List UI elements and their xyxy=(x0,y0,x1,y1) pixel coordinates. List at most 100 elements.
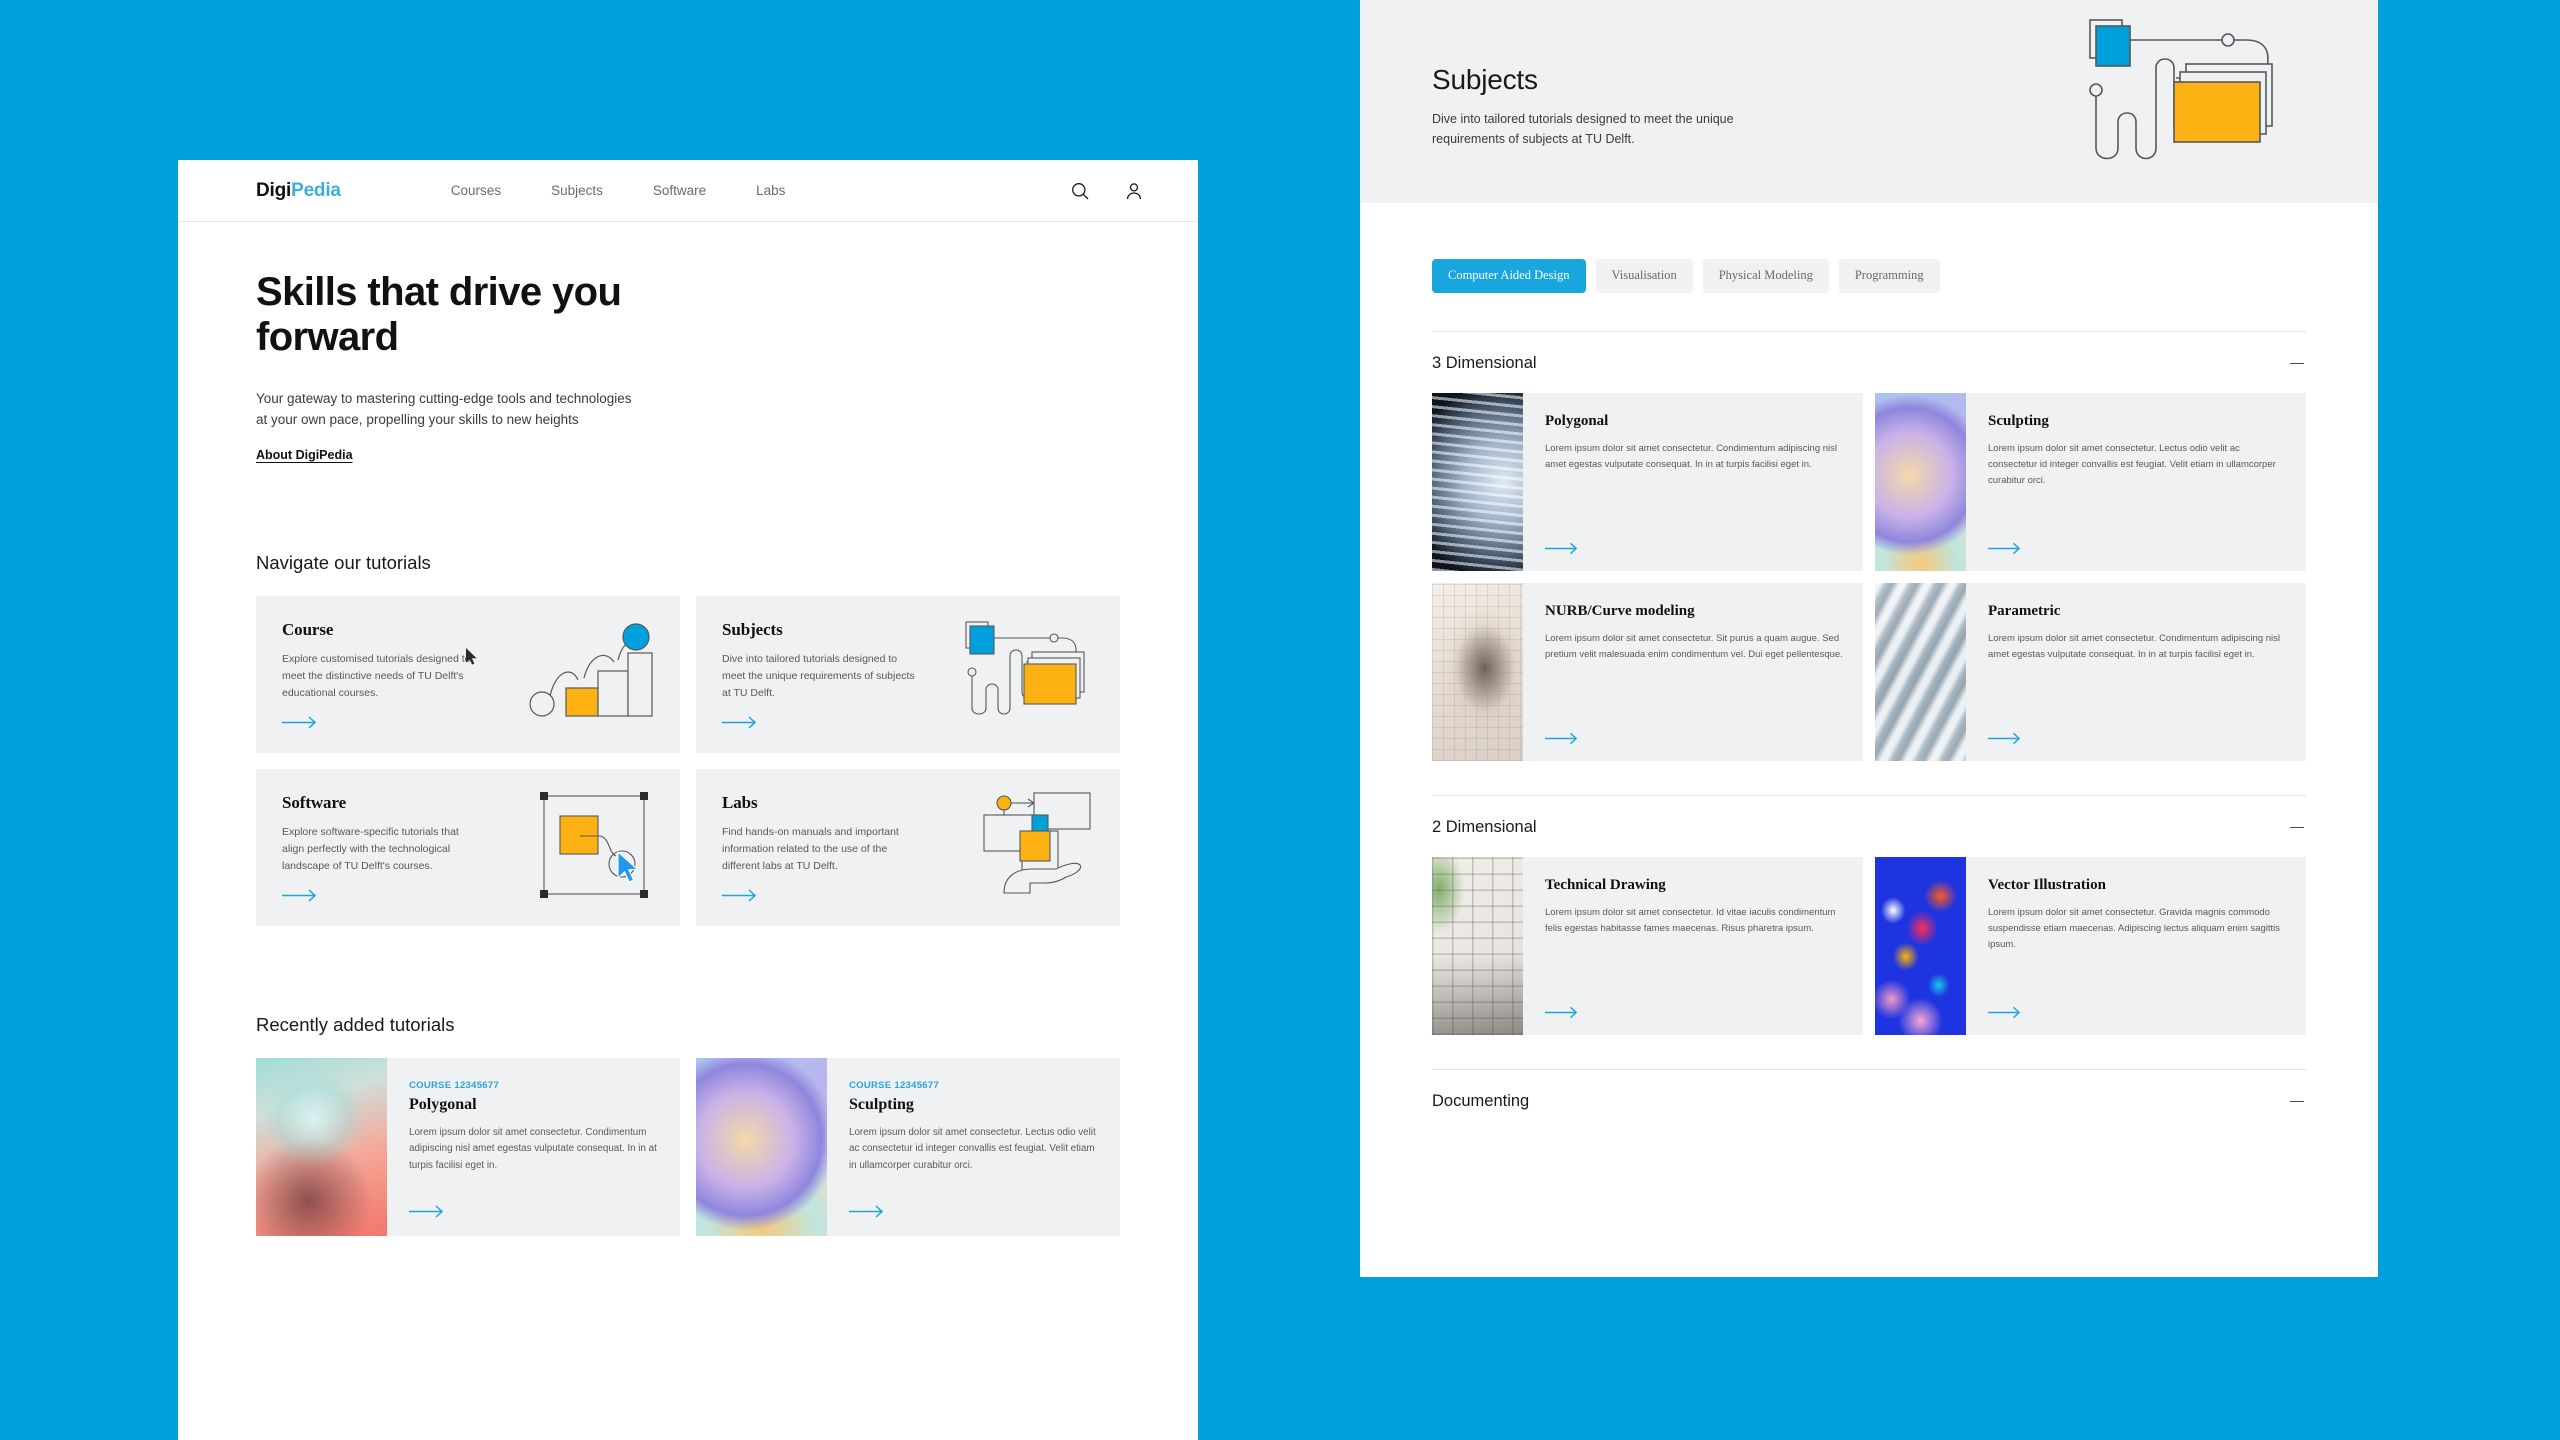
card-title: Software xyxy=(282,793,347,813)
accordion-header[interactable]: Documenting xyxy=(1432,1070,2306,1131)
course-code: COURSE 12345677 xyxy=(409,1080,500,1092)
header-text: Subjects Dive into tailored tutorials de… xyxy=(1432,54,1792,150)
card-title: Technical Drawing xyxy=(1545,877,1666,893)
logo-text-digi: Digi xyxy=(256,179,292,201)
subject-card[interactable]: Technical Drawing Lorem ipsum dolor sit … xyxy=(1432,857,1863,1035)
navigate-card-grid: Course Explore customised tutorials desi… xyxy=(256,596,1120,927)
subject-card[interactable]: Parametric Lorem ipsum dolor sit amet co… xyxy=(1875,583,2306,761)
nav-link-courses[interactable]: Courses xyxy=(451,183,501,198)
card-description: Lorem ipsum dolor sit amet consectetur. … xyxy=(1988,633,2280,660)
card-description: Find hands-on manuals and important info… xyxy=(722,826,899,873)
arrow-right-icon[interactable] xyxy=(1545,732,1843,745)
navigate-card-subjects[interactable]: Subjects Dive into tailored tutorials de… xyxy=(696,596,1120,754)
subject-card[interactable]: Polygonal Lorem ipsum dolor sit amet con… xyxy=(1432,393,1863,571)
card-text: Software Explore software-specific tutor… xyxy=(282,793,477,902)
top-navigation-bar: DigiPedia Courses Subjects Software Labs xyxy=(178,160,1198,222)
navigate-card-course[interactable]: Course Explore customised tutorials desi… xyxy=(256,596,688,762)
page-title: Subjects xyxy=(1432,63,1538,95)
accordion-title: Documenting xyxy=(1432,1092,1530,1110)
subject-card-grid: Polygonal Lorem ipsum dolor sit amet con… xyxy=(1432,393,2306,795)
arrow-right-icon[interactable] xyxy=(1988,1006,2286,1019)
search-icon[interactable] xyxy=(1071,182,1089,200)
arrow-right-icon[interactable] xyxy=(849,1205,1098,1218)
about-digipedia-link[interactable]: About DigiPedia xyxy=(256,448,353,462)
bar-chart-art xyxy=(466,618,654,731)
accordion-section-3-dimensional: 3 Dimensional Polygonal Lorem ipsum dolo… xyxy=(1432,331,2306,795)
dark-striped-sphere-photo xyxy=(1432,393,1523,571)
parametric-wave-wall-photo xyxy=(1875,583,1966,761)
subject-card[interactable]: Vector Illustration Lorem ipsum dolor si… xyxy=(1875,857,2306,1035)
gradient-sphere-render xyxy=(696,1058,827,1237)
navigate-section-title: Navigate our tutorials xyxy=(256,552,431,574)
card-body: COURSE 12345677 Polygonal Lorem ipsum do… xyxy=(387,1058,680,1236)
lightbulb-photo xyxy=(256,1058,387,1237)
accordion-header[interactable]: 2 Dimensional xyxy=(1432,796,2306,857)
accordion-title: 2 Dimensional xyxy=(1432,818,1537,836)
card-title: Vector Illustration xyxy=(1988,877,2106,893)
subject-card-grid: Technical Drawing Lorem ipsum dolor sit … xyxy=(1432,857,2306,1069)
chip-physical-modeling[interactable]: Physical Modeling xyxy=(1702,259,1829,293)
gradient-sphere-render xyxy=(1875,393,1966,571)
card-description: Lorem ipsum dolor sit amet consectetur. … xyxy=(1545,633,1843,660)
card-body: Polygonal Lorem ipsum dolor sit amet con… xyxy=(1523,393,1863,571)
arrow-right-icon[interactable] xyxy=(409,1205,658,1218)
arrow-right-icon[interactable] xyxy=(722,716,917,729)
accordion-header[interactable]: 3 Dimensional xyxy=(1432,332,2306,393)
page-subtitle: Dive into tailored tutorials designed to… xyxy=(1432,111,1734,146)
stacked-cards-art xyxy=(964,616,1094,733)
chip-programming[interactable]: Programming xyxy=(1838,259,1940,293)
navigate-card-software[interactable]: Software Explore software-specific tutor… xyxy=(256,769,680,927)
arrow-right-icon[interactable] xyxy=(1988,542,2286,555)
nav-link-software[interactable]: Software xyxy=(653,183,706,198)
card-description: Lorem ipsum dolor sit amet consectetur. … xyxy=(1988,907,2281,950)
chip-visualisation[interactable]: Visualisation xyxy=(1595,259,1693,293)
card-body: Sculpting Lorem ipsum dolor sit amet con… xyxy=(1966,393,2306,571)
nav-links: Courses Subjects Software Labs xyxy=(451,183,786,198)
mouse-cursor-icon xyxy=(466,648,477,665)
card-description: Lorem ipsum dolor sit amet consectetur. … xyxy=(409,1127,657,1171)
arrow-right-icon[interactable] xyxy=(282,716,477,729)
card-description: Explore software-specific tutorials that… xyxy=(282,826,459,873)
nav-link-labs[interactable]: Labs xyxy=(756,183,785,198)
card-body: Parametric Lorem ipsum dolor sit amet co… xyxy=(1966,583,2306,761)
recent-card-grid: COURSE 12345677 Polygonal Lorem ipsum do… xyxy=(256,1058,1120,1237)
arrow-right-icon[interactable] xyxy=(1545,542,1843,555)
arrow-right-icon[interactable] xyxy=(722,889,917,902)
chip-computer-aided-design[interactable]: Computer Aided Design xyxy=(1432,259,1586,293)
digipedia-home-window: DigiPedia Courses Subjects Software Labs… xyxy=(178,160,1198,1440)
recent-card[interactable]: COURSE 12345677 Polygonal Lorem ipsum do… xyxy=(256,1058,680,1237)
accordion-section-2-dimensional: 2 Dimensional Technical Drawing Lorem ip… xyxy=(1432,795,2306,1069)
minus-icon[interactable] xyxy=(2290,362,2304,365)
subjects-page-window: Subjects Dive into tailored tutorials de… xyxy=(1360,0,2378,1277)
card-title: Sculpting xyxy=(849,1096,914,1114)
selection-box-art xyxy=(538,790,654,905)
minus-icon[interactable] xyxy=(2290,1100,2304,1103)
subjects-page-header: Subjects Dive into tailored tutorials de… xyxy=(1360,0,2378,203)
card-title: Subjects xyxy=(722,620,783,640)
card-text: Course Explore customised tutorials desi… xyxy=(282,620,477,729)
laptop-floorplan-photo xyxy=(1432,857,1523,1035)
arrow-right-icon[interactable] xyxy=(1988,732,2286,745)
card-body: COURSE 12345677 Sculpting Lorem ipsum do… xyxy=(827,1058,1120,1236)
subject-card[interactable]: Sculpting Lorem ipsum dolor sit amet con… xyxy=(1875,393,2306,571)
navigate-card-labs[interactable]: Labs Find hands-on manuals and important… xyxy=(696,769,1120,927)
nav-link-subjects[interactable]: Subjects xyxy=(551,183,603,198)
recent-card[interactable]: COURSE 12345677 Sculpting Lorem ipsum do… xyxy=(696,1058,1120,1237)
minus-icon[interactable] xyxy=(2290,826,2304,829)
user-account-icon[interactable] xyxy=(1125,182,1143,200)
course-code: COURSE 12345677 xyxy=(849,1080,940,1092)
arrow-right-icon[interactable] xyxy=(1545,1006,1843,1019)
arrow-right-icon[interactable] xyxy=(282,889,477,902)
card-text: Labs Find hands-on manuals and important… xyxy=(722,793,917,902)
digipedia-logo[interactable]: DigiPedia xyxy=(256,180,341,202)
card-description: Explore customised tutorials designed to… xyxy=(282,653,471,700)
logo-text-pedia: Pedia xyxy=(291,179,341,201)
stacked-cards-art xyxy=(2068,10,2298,183)
subject-card[interactable]: NURB/Curve modeling Lorem ipsum dolor si… xyxy=(1432,583,1863,761)
page-title: Skills that drive you forward xyxy=(256,270,622,359)
subjects-body: Computer Aided Design Visualisation Phys… xyxy=(1360,203,2378,1131)
card-description: Lorem ipsum dolor sit amet consectetur. … xyxy=(1545,443,1837,470)
card-title: Course xyxy=(282,620,334,640)
nurb-mesh-render xyxy=(1432,583,1523,761)
colorful-sneaker-illustration xyxy=(1875,857,1966,1035)
